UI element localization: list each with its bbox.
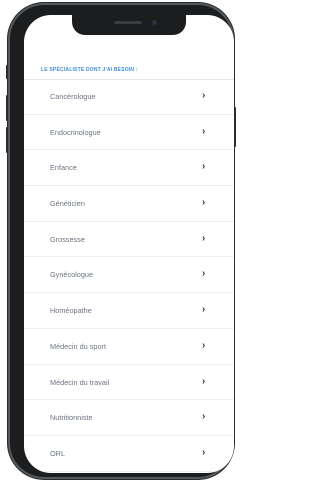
notch (72, 15, 186, 35)
chevron-right-icon: › (202, 446, 206, 458)
list-item[interactable]: Enfance › (24, 150, 234, 187)
section-title: LE SPÉCIALISTE DONT J'AI BESOIN : (41, 67, 138, 73)
chevron-right-icon: › (202, 411, 206, 423)
chevron-right-icon: › (202, 339, 206, 351)
chevron-right-icon: › (202, 197, 206, 209)
list-item-label: Médecin du travail (50, 377, 110, 387)
chevron-right-icon: › (202, 90, 206, 101)
list-item[interactable]: Endocrinologue › (24, 115, 234, 151)
list-item-label: Médecin du sport (50, 341, 106, 351)
speaker-grille (114, 21, 142, 24)
chevron-right-icon: › (202, 375, 206, 387)
silent-switch (6, 65, 8, 79)
list-item[interactable]: Médecin du sport › (24, 329, 234, 365)
chevron-right-icon: › (202, 232, 206, 244)
list-item-label: Endocrinologue (50, 127, 101, 137)
list-item[interactable]: ORL › (24, 436, 234, 472)
list-item-label: Enfance (50, 163, 77, 173)
list-item-label: ORL (50, 448, 66, 458)
volume-down-button (6, 127, 8, 153)
phone-frame: LE SPÉCIALISTE DONT J'AI BESOIN : Cancér… (6, 3, 236, 479)
list-item-label: Homéopathe (50, 306, 92, 316)
list-item-label: Généticien (50, 199, 85, 209)
chevron-right-icon: › (202, 125, 206, 137)
list-item[interactable]: Nutritionniste › (24, 400, 234, 436)
volume-up-button (6, 95, 8, 121)
list-item[interactable]: Cancérologue › (24, 79, 234, 115)
list-item[interactable]: Grossesse › (24, 222, 234, 258)
list-item[interactable]: Médecin du travail › (24, 365, 234, 401)
list-item[interactable]: Homéopathe › (24, 293, 234, 329)
phone-screen: LE SPÉCIALISTE DONT J'AI BESOIN : Cancér… (24, 15, 234, 473)
front-camera (152, 20, 157, 25)
specialist-list: Cancérologue › Endocrinologue › Enfance › Géné… (24, 79, 234, 472)
list-item[interactable]: Gynécologue › (24, 257, 234, 294)
power-button (234, 107, 236, 147)
list-item-label: Gynécologue (50, 270, 94, 280)
chevron-right-icon: › (202, 161, 206, 173)
list-item-label: Cancérologue (50, 92, 96, 101)
chevron-right-icon: › (202, 268, 206, 280)
section-header: LE SPÉCIALISTE DONT J'AI BESOIN : (24, 55, 234, 80)
list-item-label: Grossesse (50, 234, 85, 244)
list-item-label: Nutritionniste (50, 413, 93, 423)
list-item[interactable]: Généticien › (24, 186, 234, 222)
chevron-right-icon: › (202, 304, 206, 316)
